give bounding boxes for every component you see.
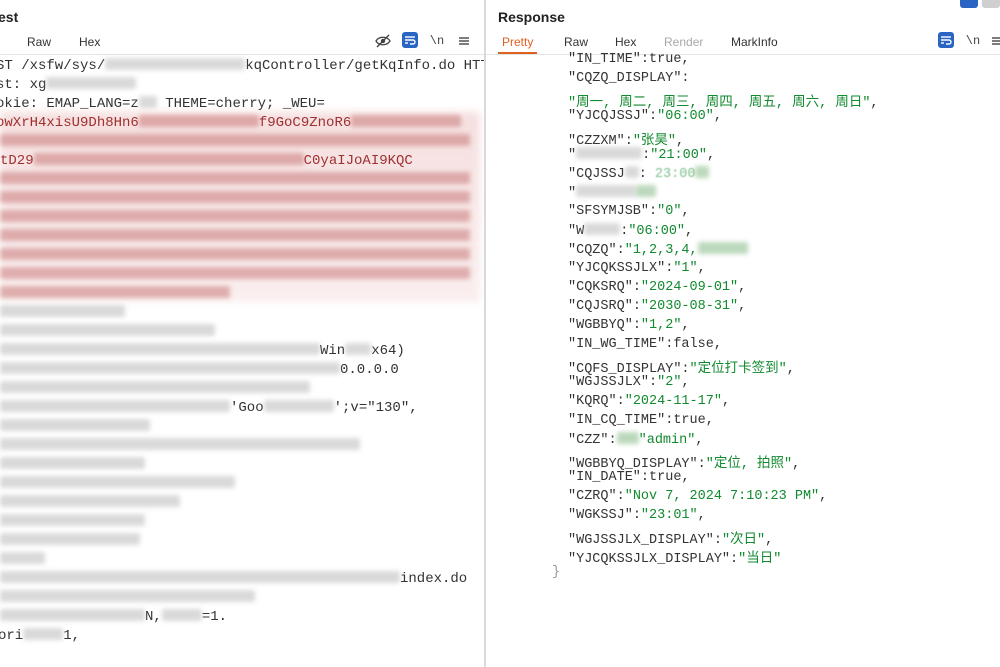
cookie-line: tD29 C0yaIJoAI9KQC	[0, 153, 413, 169]
response-title: Response	[498, 9, 565, 25]
json-line: "WGJSSJLX_DISPLAY":"次日",	[568, 533, 774, 548]
referer-header: index.do	[0, 571, 467, 587]
header-line: ori 1,	[0, 628, 81, 644]
json-line: "CQFS_DISPLAY":"定位打卡签到",	[568, 362, 795, 377]
json-line: "SFSYMJSB":"0",	[568, 204, 690, 219]
json-line: "CZRQ":"Nov 7, 2024 7:10:23 PM",	[568, 489, 828, 504]
tab-pretty[interactable]: Pretty	[497, 35, 538, 54]
header-line	[0, 324, 215, 340]
json-line: "CQZQ":"1,2,3,4,	[568, 242, 748, 258]
json-line: "IN_DATE":true,	[568, 470, 690, 485]
json-line: "KQRQ":"2024-11-17",	[568, 394, 731, 409]
json-line: "YJCQKSSJLX_DISPLAY":"当日"	[568, 552, 782, 567]
tab-render[interactable]: Render	[664, 35, 703, 49]
json-line: "YJCQKSSJLX":"1",	[568, 261, 706, 276]
header-line	[0, 495, 180, 511]
accept-language-header: N, =1.	[0, 609, 227, 625]
header-line	[0, 476, 235, 492]
cookie-line	[0, 172, 470, 188]
json-line: "CQJSSJ: 23:00	[568, 166, 710, 182]
json-line: ":"21:00",	[568, 147, 716, 163]
sec-ch-ua-header: 'Goo ';v="130",	[0, 400, 418, 416]
request-pane: est Raw Hex \n ST /xsfw/sys/kqController…	[0, 0, 484, 667]
json-line: "YJCQJSSJ":"06:00",	[568, 109, 722, 124]
request-line: ST /xsfw/sys/kqController/getKqInfo.do H…	[0, 58, 484, 74]
header-line	[0, 533, 140, 549]
response-tabs: Pretty Raw Hex Render MarkInfo	[486, 32, 1000, 55]
wrap-icon[interactable]	[402, 32, 418, 48]
header-line	[0, 381, 310, 397]
user-agent-header: Win x64)	[0, 343, 405, 359]
json-line: "WGBBYQ":"1,2",	[568, 318, 690, 333]
json-line: "CQKSRQ":"2024-09-01",	[568, 280, 747, 295]
eye-off-icon[interactable]	[374, 32, 392, 50]
json-line: "IN_TIME":true,	[568, 52, 690, 67]
header-line	[0, 419, 150, 435]
json-line: "CZZ": "admin",	[568, 432, 704, 448]
cookie-line	[0, 248, 470, 264]
json-line: "WGBBYQ_DISPLAY":"定位, 拍照",	[568, 457, 801, 472]
request-body[interactable]: ST /xsfw/sys/kqController/getKqInfo.do H…	[0, 55, 484, 667]
json-line: "WGJSSJLX":"2",	[568, 375, 690, 390]
tab-raw[interactable]: Raw	[564, 35, 588, 49]
header-line	[0, 590, 255, 606]
wrap-icon[interactable]	[938, 32, 954, 48]
cookie-line	[0, 286, 230, 302]
json-line: "IN_WG_TIME":false,	[568, 337, 722, 352]
response-pane: Response Pretty Raw Hex Render MarkInfo …	[486, 0, 1000, 667]
json-line: "IN_CQ_TIME":true,	[568, 413, 714, 428]
request-title: est	[0, 9, 19, 25]
menu-icon[interactable]	[455, 32, 473, 50]
host-header: st: xg	[0, 77, 137, 93]
json-line: "CZZXM":"张昊",	[568, 134, 685, 149]
cookie-line	[0, 191, 470, 207]
cookie-line	[0, 267, 470, 283]
header-line	[0, 438, 360, 454]
cookie-line	[0, 210, 470, 226]
cookie-line: owXrH4xisU9Dh8Hn6 f9GoC9ZnoR6	[0, 115, 462, 131]
json-line: "周一, 周二, 周三, 周四, 周五, 周六, 周日",	[568, 96, 879, 111]
response-body[interactable]: "IN_TIME":true, "CQZQ_DISPLAY": "周一, 周二,…	[486, 52, 1000, 667]
cookie-header: okie: EMAP_LANG=z THEME=cherry; _WEU=	[0, 96, 325, 112]
json-line: "CQZQ_DISPLAY":	[568, 71, 690, 86]
cookie-line	[0, 229, 470, 245]
header-line	[0, 457, 145, 473]
window-corner-controls	[940, 0, 1000, 8]
header-line	[0, 305, 125, 321]
newline-icon[interactable]: \n	[964, 32, 982, 50]
user-agent-line: 0.0.0.0	[0, 362, 399, 378]
tab-raw[interactable]: Raw	[27, 35, 51, 49]
menu-icon[interactable]	[988, 32, 1000, 50]
json-closing-brace: }	[552, 565, 561, 580]
json-line: "CQJSRQ":"2030-08-31",	[568, 299, 747, 314]
tab-hex[interactable]: Hex	[79, 35, 100, 49]
header-line	[0, 552, 45, 568]
json-line: "W:"06:00",	[568, 223, 694, 239]
json-line: "	[568, 185, 657, 201]
cookie-line	[0, 134, 470, 150]
header-line	[0, 514, 145, 530]
tab-markinfo[interactable]: MarkInfo	[731, 35, 778, 49]
newline-icon[interactable]: \n	[428, 32, 446, 50]
json-line: "WGKSSJ":"23:01",	[568, 508, 706, 523]
tab-hex[interactable]: Hex	[615, 35, 636, 49]
